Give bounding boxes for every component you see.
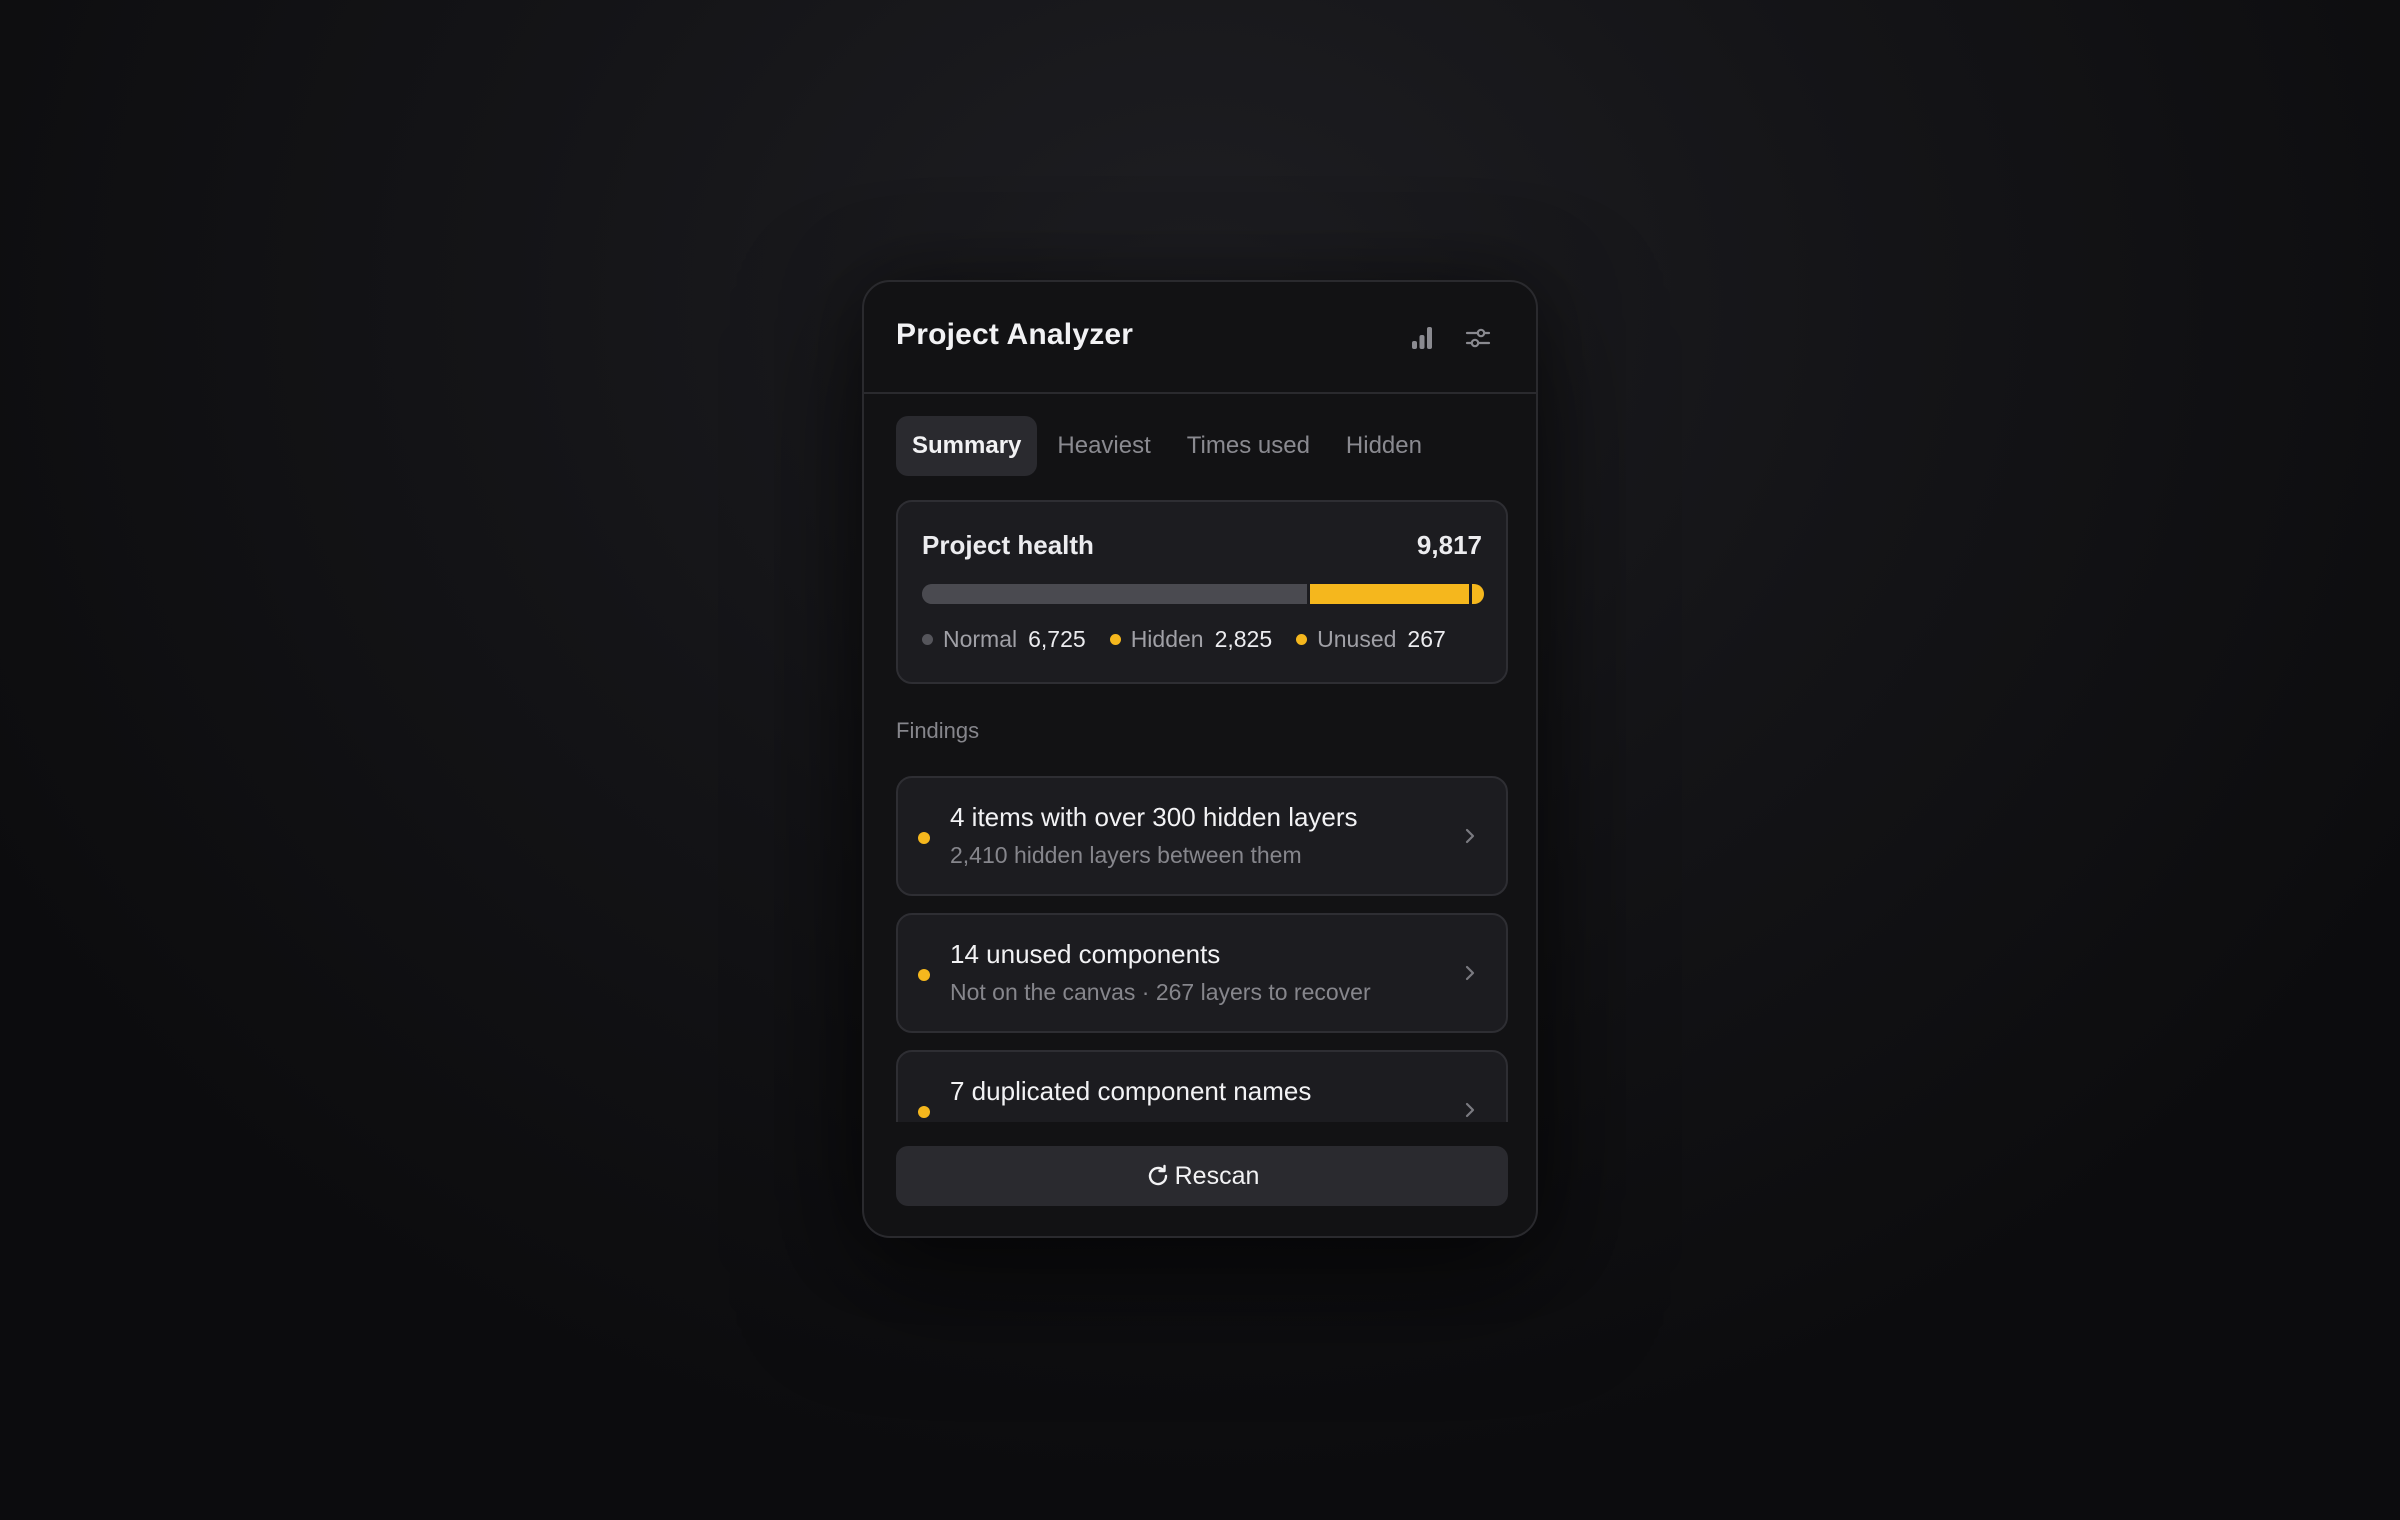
tab-summary[interactable]: Summary (896, 416, 1038, 476)
bar-segment-unused (1468, 584, 1484, 604)
filter-settings-button[interactable] (1460, 320, 1496, 356)
finding-status-dot (918, 969, 930, 981)
legend-item-hidden: Hidden 2,825 (1109, 626, 1273, 653)
tab-heaviest[interactable]: Heaviest (1041, 416, 1166, 476)
finding-status-dot (918, 832, 930, 844)
findings-list[interactable]: 4 items with over 300 hidden layers 2,41… (896, 776, 1508, 1122)
legend-dot (1109, 634, 1121, 645)
finding-title: 4 items with over 300 hidden layers (950, 802, 1358, 832)
legend-value: 6,725 (1028, 626, 1086, 652)
legend-label: Hidden (1130, 626, 1204, 652)
bar-segment-hidden (1306, 584, 1469, 604)
rescan-label: Rescan (1174, 1161, 1260, 1190)
tab-hidden[interactable]: Hidden (1330, 416, 1438, 476)
rescan-button[interactable]: Rescan (896, 1146, 1508, 1206)
health-legend: Normal 6,725 Hidden 2,825 Unused 267 (922, 626, 1446, 653)
finding-status-dot (918, 1106, 930, 1118)
legend-label: Unused (1317, 626, 1397, 652)
panel-header: Project Analyzer (864, 282, 1536, 394)
finding-title: 7 duplicated component names (950, 1076, 1312, 1106)
legend-item-normal: Normal 6,725 (922, 626, 1086, 653)
finding-item[interactable]: 14 unused components Not on the canvas ·… (896, 913, 1508, 1033)
finding-item[interactable]: 4 items with over 300 hidden layers 2,41… (896, 776, 1508, 896)
chevron-right-icon (1465, 1102, 1475, 1118)
panel-title: Project Analyzer (896, 318, 1134, 351)
chevron-right-icon (1465, 828, 1475, 844)
project-health-card: Project health 9,817 Normal 6,725 Hidden… (896, 500, 1508, 684)
finding-item[interactable]: 7 duplicated component names (896, 1050, 1508, 1122)
project-analyzer-panel: Project Analyzer Summary Heaviest Times … (862, 280, 1538, 1238)
legend-dot (922, 634, 933, 645)
finding-subtitle: 2,410 hidden layers between them (950, 842, 1302, 868)
tab-bar: Summary Heaviest Times used Hidden (896, 416, 1438, 476)
health-total: 9,817 (1416, 530, 1482, 560)
legend-value: 267 (1407, 626, 1446, 652)
finding-subtitle: Not on the canvas · 267 layers to recove… (950, 979, 1371, 1005)
health-title: Project health (922, 530, 1094, 560)
legend-value: 2,825 (1214, 626, 1273, 652)
health-bar (922, 584, 1484, 604)
refresh-icon (1148, 1164, 1167, 1186)
legend-dot (1296, 634, 1308, 645)
finding-title: 14 unused components (950, 939, 1221, 969)
bar-chart-icon (1412, 327, 1432, 349)
stats-button[interactable] (1404, 320, 1440, 356)
legend-item-unused: Unused 267 (1296, 626, 1446, 653)
tab-times-used[interactable]: Times used (1171, 416, 1326, 476)
sliders-icon (1465, 328, 1491, 348)
bar-segment-normal (922, 584, 1307, 604)
findings-label: Findings (896, 718, 980, 743)
chevron-right-icon (1465, 965, 1475, 981)
legend-label: Normal (943, 626, 1018, 652)
